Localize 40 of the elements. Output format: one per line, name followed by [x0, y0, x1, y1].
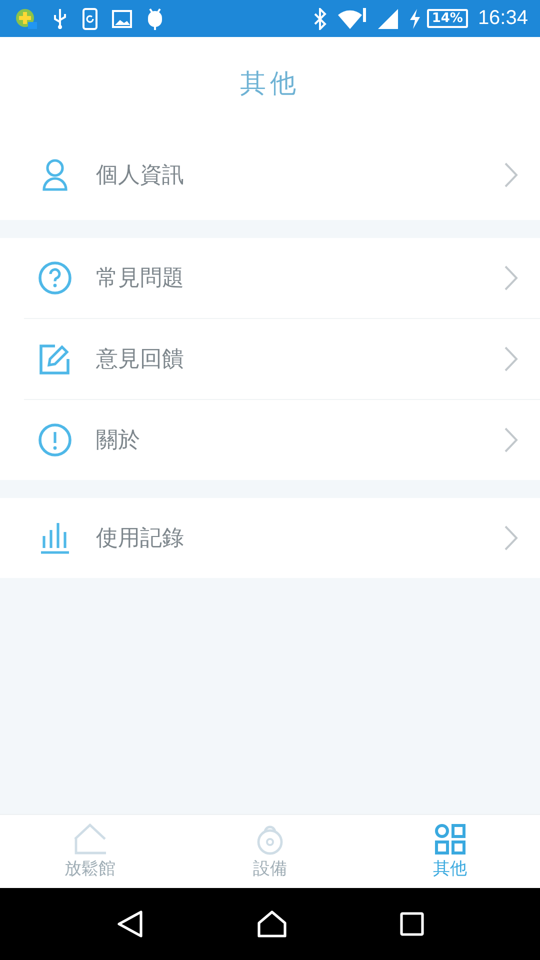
exclamation-icon [38, 423, 72, 457]
menu-item[interactable]: 意見回饋 [24, 318, 540, 399]
lock-icon [256, 823, 284, 855]
tab[interactable]: 放鬆館 [0, 815, 180, 888]
wifi-icon [336, 6, 367, 30]
menu-item[interactable]: 關於 [24, 399, 540, 480]
recents-icon[interactable] [400, 912, 424, 936]
edit-icon [38, 343, 72, 375]
tab[interactable]: 其他 [360, 815, 540, 888]
chevron-right-icon [504, 346, 518, 372]
menu-item[interactable]: 個人資訊 [0, 130, 540, 220]
menu-item[interactable]: 使用記錄 [0, 498, 540, 578]
home-icon[interactable] [256, 910, 287, 938]
question-icon [38, 261, 72, 295]
menu-label: 關於 [96, 427, 141, 455]
chevron-right-icon [504, 265, 518, 291]
menu-label: 個人資訊 [96, 162, 185, 190]
usb-icon [52, 8, 68, 30]
clock: 16:34 [478, 7, 528, 30]
battery-level: 14% [426, 9, 468, 28]
menu-label: 意見回饋 [96, 346, 185, 374]
phone-icon [82, 8, 98, 30]
bar-chart-icon [38, 522, 72, 554]
image-icon [112, 10, 132, 28]
chevron-right-icon [504, 427, 518, 453]
home-icon [73, 823, 107, 855]
page-title: 其他 [240, 68, 300, 101]
menu-label: 使用記錄 [96, 525, 185, 553]
app-icon [14, 6, 38, 30]
tab[interactable]: 設備 [180, 815, 360, 888]
menu-item[interactable]: 常見問題 [0, 238, 540, 318]
menu-label: 常見問題 [96, 265, 185, 293]
bluetooth-icon [312, 8, 327, 30]
grid-icon [434, 823, 466, 855]
back-icon[interactable] [116, 910, 144, 938]
signal-icon [376, 8, 399, 30]
charging-icon [408, 8, 421, 28]
android-icon [146, 8, 164, 30]
chevron-right-icon [504, 162, 518, 188]
chevron-right-icon [504, 525, 518, 551]
